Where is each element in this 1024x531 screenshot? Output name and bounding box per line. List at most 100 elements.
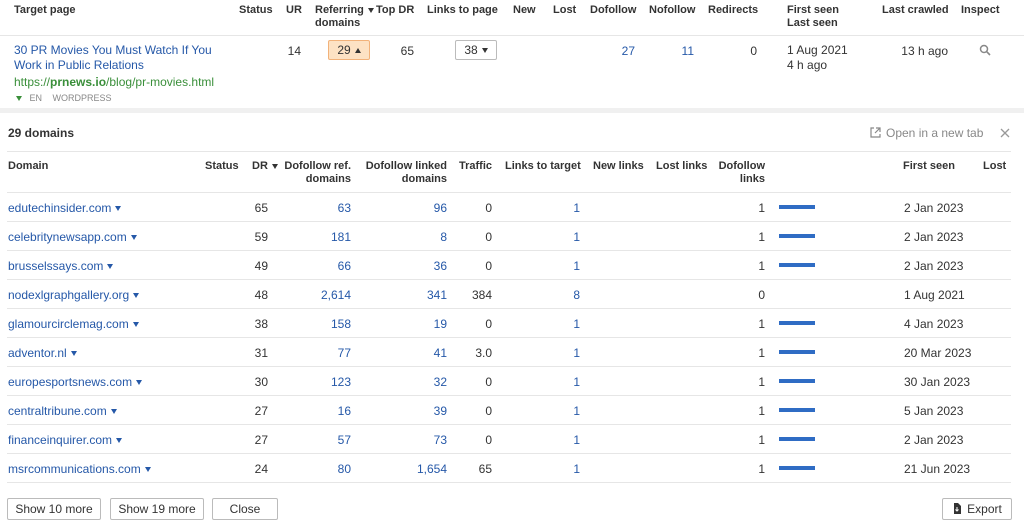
dofollow-linked-value[interactable]: 41 [390,346,447,360]
col-referring-domains[interactable]: Referring domains [315,4,375,30]
col-target-page[interactable]: Target page [14,4,76,17]
dofollow-value[interactable]: 27 [605,44,635,58]
first-seen-value: 21 Jun 2023 [904,462,971,476]
domain-link[interactable]: financeinquirer.com [8,433,123,447]
col-ur[interactable]: UR [286,4,302,17]
show-10-more-button[interactable]: Show 10 more [7,498,101,520]
inspect-button[interactable] [979,44,991,59]
col-new-links[interactable]: New links [593,160,644,173]
open-new-tab-link[interactable]: Open in a new tab [870,126,983,140]
dr-value: 27 [254,404,268,418]
col-lost-links[interactable]: Lost links [656,160,707,173]
dofollow-linked-value[interactable]: 32 [390,375,447,389]
dr-value: 30 [254,375,268,389]
dofollow-linked-value[interactable]: 1,654 [390,462,447,476]
domain-link[interactable]: celebritynewsapp.com [8,230,137,244]
domain-link[interactable]: centraltribune.com [8,404,117,418]
chevron-down-icon[interactable] [136,380,143,386]
col-status[interactable]: Status [239,4,273,17]
col-dofollow-linked-domains[interactable]: Dofollow linked domains [362,160,447,186]
domain-name: celebritynewsapp.com [8,230,127,244]
col-dr[interactable]: DR [252,160,278,173]
domain-link[interactable]: adventor.nl [8,346,77,360]
chevron-down-icon[interactable] [110,409,117,415]
domain-link[interactable]: glamourcirclemag.com [8,317,139,331]
dofollow-linked-value[interactable]: 36 [390,259,447,273]
col-links-to-target[interactable]: Links to target [505,160,581,173]
links-to-page-value: 38 [464,43,478,57]
col-dofollow-links[interactable]: Dofollow links [715,160,765,186]
col-lost[interactable]: Lost [553,4,576,17]
links-to-target-value[interactable]: 1 [545,259,580,273]
dofollow-ref-value[interactable]: 158 [300,317,351,331]
dofollow-ref-value[interactable]: 66 [300,259,351,273]
chevron-down-icon[interactable] [116,438,123,444]
dofollow-ref-value[interactable]: 2,614 [300,288,351,302]
dofollow-linked-value[interactable]: 19 [390,317,447,331]
col-traffic[interactable]: Traffic [459,160,492,173]
chevron-down-icon[interactable] [107,264,114,270]
links-to-target-value[interactable]: 1 [545,462,580,476]
col-status[interactable]: Status [205,160,239,173]
referring-domains-toggle[interactable]: 29 [328,40,370,60]
target-url-link[interactable]: https://prnews.io/blog/pr-movies.html [14,75,214,89]
chevron-down-icon[interactable] [133,293,140,299]
links-to-target-value[interactable]: 1 [545,375,580,389]
export-button[interactable]: Export [942,498,1012,520]
chevron-down-icon[interactable] [132,322,139,328]
chevron-down-icon[interactable] [115,206,122,212]
chevron-down-icon[interactable] [70,351,77,357]
close-panel-button[interactable] [1000,127,1010,141]
col-first-last-seen[interactable]: First seen Last seen [787,4,839,30]
dofollow-linked-value[interactable]: 96 [390,201,447,215]
col-redirects[interactable]: Redirects [708,4,758,17]
col-top-dr[interactable]: Top DR [376,4,414,17]
links-to-target-value[interactable]: 1 [545,404,580,418]
dofollow-ref-value[interactable]: 77 [300,346,351,360]
col-links-to-page[interactable]: Links to page [427,4,498,17]
dofollow-ref-value[interactable]: 57 [300,433,351,447]
links-to-target-value[interactable]: 1 [545,317,580,331]
col-domain[interactable]: Domain [8,160,48,173]
links-to-target-value[interactable]: 1 [545,230,580,244]
links-to-page-dropdown[interactable]: 38 [455,40,497,60]
col-inspect[interactable]: Inspect [961,4,1000,17]
domain-link[interactable]: msrcommunications.com [8,462,151,476]
links-to-target-value[interactable]: 1 [545,346,580,360]
dofollow-ref-value[interactable]: 80 [300,462,351,476]
close-button[interactable]: Close [212,498,278,520]
col-nofollow[interactable]: Nofollow [649,4,695,17]
url-domain: prnews.io [50,75,107,89]
show-19-more-button[interactable]: Show 19 more [110,498,204,520]
links-to-target-value[interactable]: 1 [545,201,580,215]
dofollow-ref-value[interactable]: 16 [300,404,351,418]
col-dofollow[interactable]: Dofollow [590,4,636,17]
dofollow-ref-value[interactable]: 181 [300,230,351,244]
domain-link[interactable]: edutechinsider.com [8,201,122,215]
chevron-down-icon[interactable] [144,467,151,473]
domain-link[interactable]: europesportsnews.com [8,375,143,389]
col-dofollow-ref-domains[interactable]: Dofollow ref. domains [280,160,351,186]
domain-link[interactable]: nodexlgraphgallery.org [8,288,140,302]
traffic-value: 0 [485,404,492,418]
col-first-seen[interactable]: First seen [903,160,955,173]
redirects-value: 0 [750,44,757,58]
chevron-down-icon[interactable] [130,235,137,241]
dofollow-ref-value[interactable]: 123 [300,375,351,389]
links-to-target-value[interactable]: 8 [545,288,580,302]
col-new[interactable]: New [513,4,536,17]
expand-arrow-icon[interactable] [16,96,22,102]
dofollow-links-value: 1 [758,259,765,273]
dofollow-linked-value[interactable]: 73 [390,433,447,447]
dofollow-linked-value[interactable]: 341 [390,288,447,302]
links-to-target-value[interactable]: 1 [545,433,580,447]
dofollow-linked-value[interactable]: 39 [390,404,447,418]
dofollow-linked-value[interactable]: 8 [390,230,447,244]
nofollow-value[interactable]: 11 [664,44,694,58]
dofollow-ref-value[interactable]: 63 [300,201,351,215]
dofollow-bar [779,321,815,325]
col-last-crawled[interactable]: Last crawled [882,4,949,17]
target-page-title-link[interactable]: 30 PR Movies You Must Watch If You Work … [14,43,212,73]
domain-link[interactable]: brusselssays.com [8,259,114,273]
col-lost[interactable]: Lost [983,160,1006,173]
